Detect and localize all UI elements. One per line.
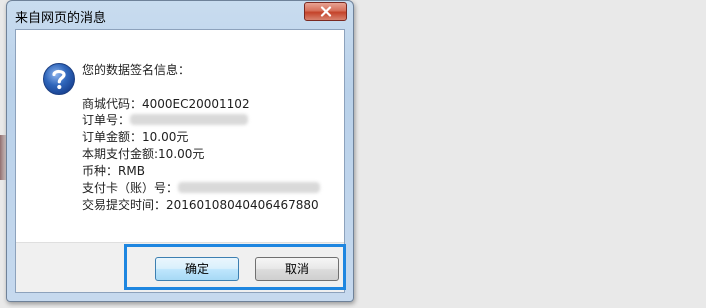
signature-heading: 您的数据签名信息： bbox=[82, 63, 191, 77]
question-icon bbox=[43, 63, 75, 95]
order-number-redacted bbox=[130, 114, 249, 125]
order-number-label: 订单号： bbox=[82, 113, 131, 127]
dialog-titlebar[interactable]: 来自网页的消息 bbox=[7, 1, 353, 29]
submit-time-line: 交易提交时间：20160108040406467880 bbox=[82, 198, 319, 212]
card-number-label: 支付卡（账）号： bbox=[82, 181, 179, 195]
pay-amount-line: 本期支付金额:10.00元 bbox=[82, 147, 205, 161]
merchant-code-line: 商城代码：4000EC20001102 bbox=[82, 97, 250, 111]
close-icon bbox=[320, 6, 332, 17]
order-number-line: 订单号： bbox=[82, 113, 249, 127]
button-highlight-box bbox=[124, 244, 346, 290]
card-number-line: 支付卡（账）号： bbox=[82, 181, 321, 195]
dialog-title: 来自网页的消息 bbox=[15, 11, 107, 26]
close-button[interactable] bbox=[304, 2, 347, 21]
message-area: 您的数据签名信息： 商城代码：4000EC20001102 订单号： 订单金额：… bbox=[16, 30, 344, 242]
currency-line: 币种：RMB bbox=[82, 164, 145, 178]
order-amount-line: 订单金额：10.00元 bbox=[82, 130, 189, 144]
card-number-redacted bbox=[178, 182, 321, 193]
